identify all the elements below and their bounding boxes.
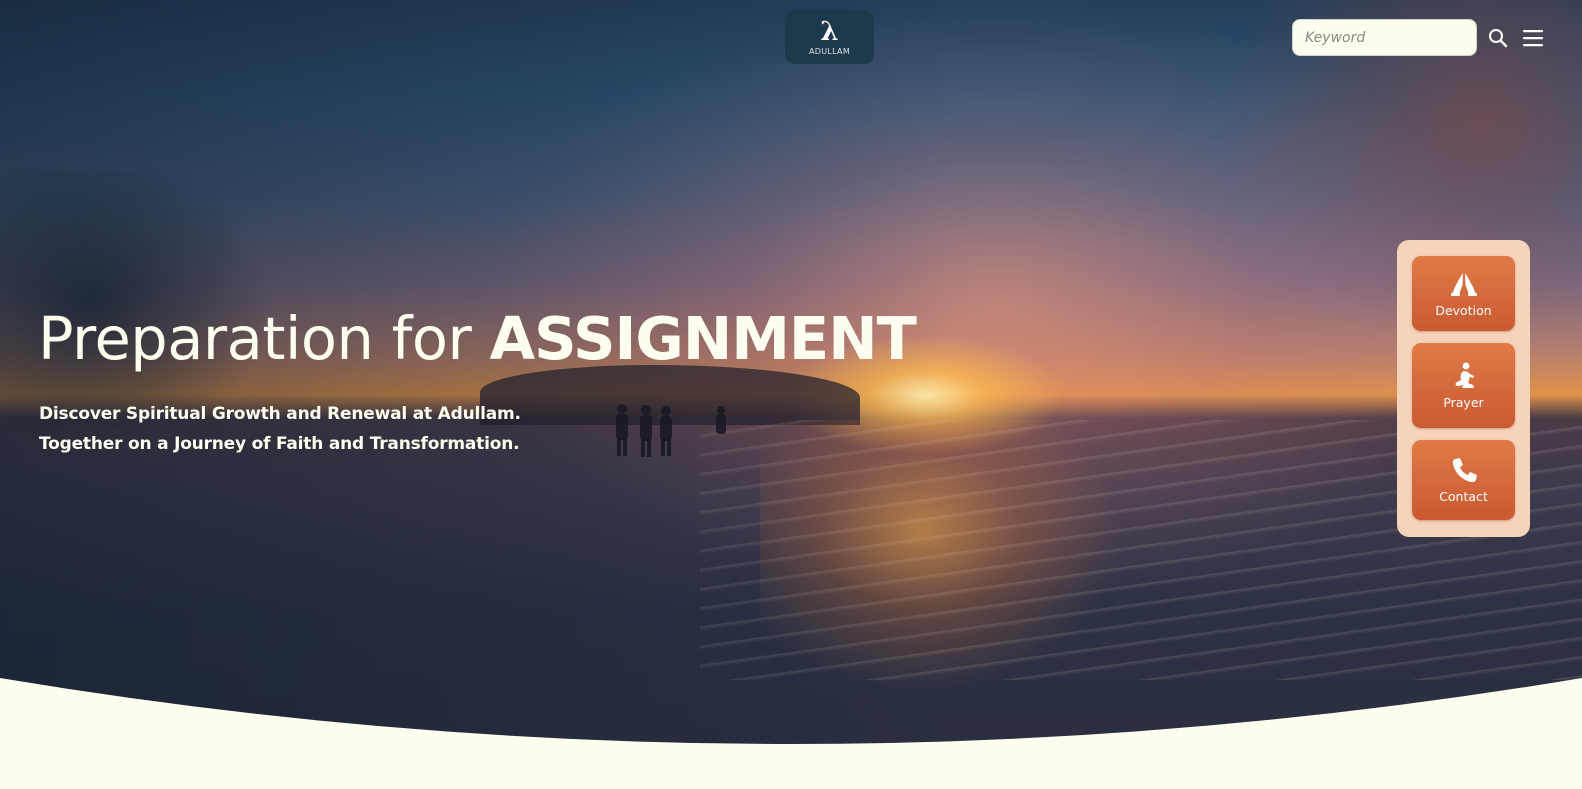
hero-subtitle: Discover Spiritual Growth and Renewal at… <box>39 399 521 459</box>
logo-mark: λ <box>820 16 839 47</box>
prayer-label: Prayer <box>1443 394 1484 410</box>
page: λ ADULLAM Preparation for ASSIGNMENT Dis… <box>0 0 1582 789</box>
devotion-label: Devotion <box>1435 302 1492 318</box>
kneeling-person-icon <box>1455 362 1474 388</box>
logo-text: ADULLAM <box>808 46 851 56</box>
quick-links-panel: Devotion Prayer Contact <box>1397 240 1530 537</box>
hero-title: Preparation for ASSIGNMENT <box>38 300 917 378</box>
hamburger-menu-icon[interactable] <box>1521 27 1545 49</box>
site-logo[interactable]: λ ADULLAM <box>785 10 874 64</box>
praying-hands-icon <box>1450 272 1477 296</box>
hero-title-light: Preparation for <box>38 304 490 373</box>
hero-subtitle-line: Discover Spiritual Growth and Renewal at… <box>39 404 521 424</box>
search-input[interactable] <box>1292 19 1477 56</box>
hero-subtitle-line: Together on a Journey of Faith and Trans… <box>39 434 520 454</box>
phone-icon <box>1452 458 1477 483</box>
contact-button[interactable]: Contact <box>1412 440 1515 520</box>
devotion-button[interactable]: Devotion <box>1412 256 1515 331</box>
search-icon[interactable] <box>1487 27 1509 49</box>
prayer-button[interactable]: Prayer <box>1412 343 1515 428</box>
contact-label: Contact <box>1439 489 1488 504</box>
hero-title-bold: ASSIGNMENT <box>489 304 916 373</box>
wave-divider <box>0 678 1582 789</box>
